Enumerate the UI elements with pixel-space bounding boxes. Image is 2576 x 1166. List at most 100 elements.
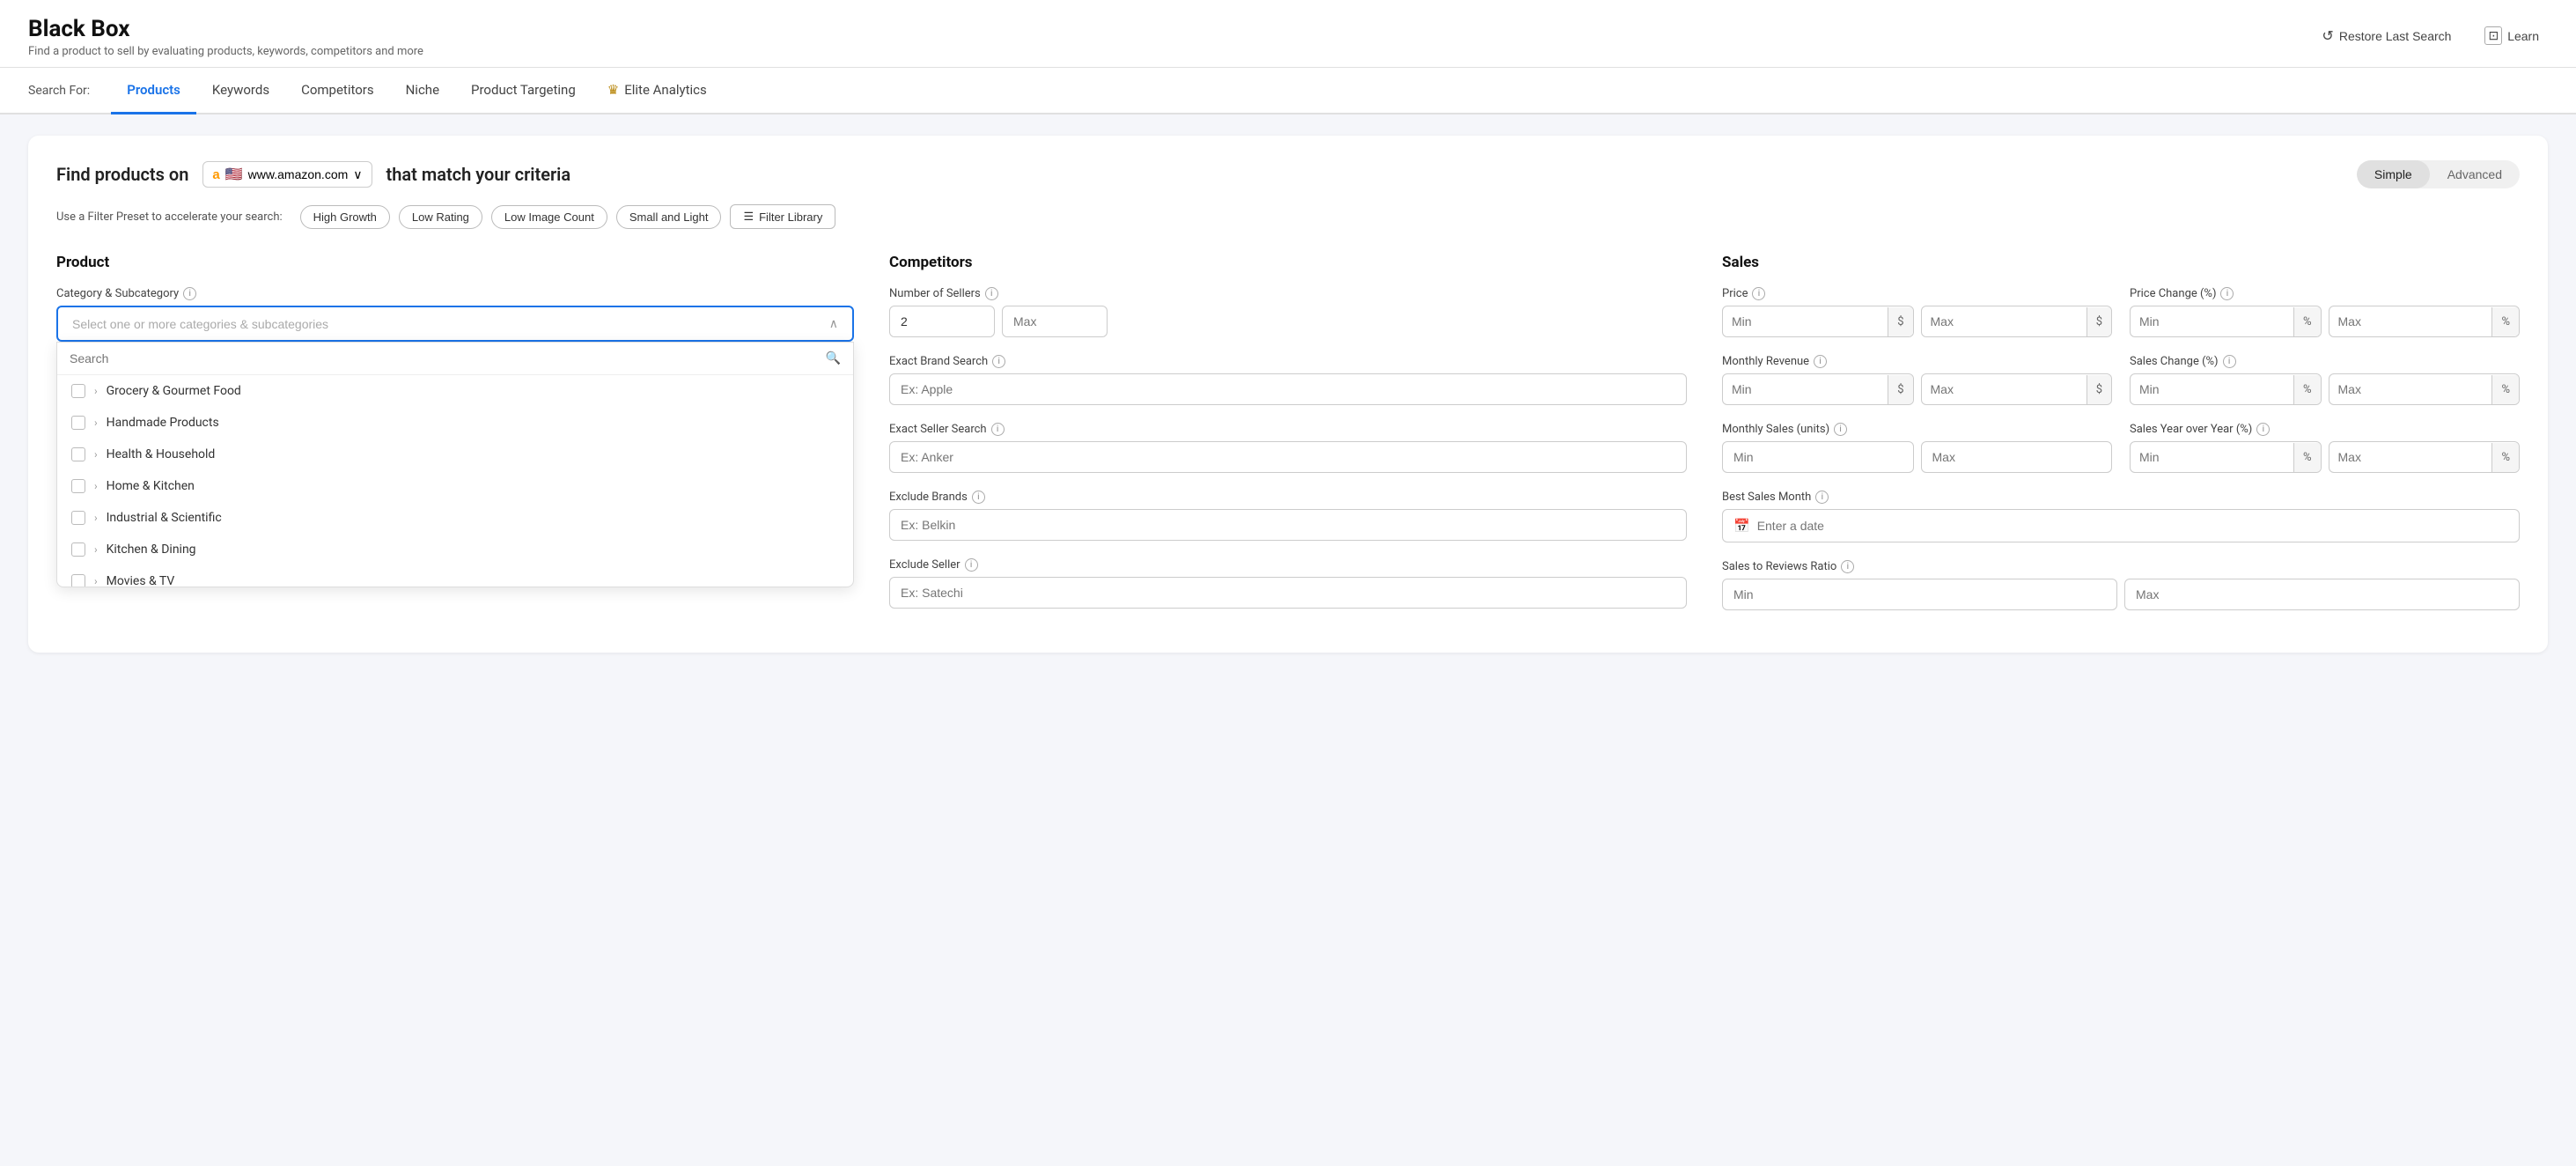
category-checkbox-movies[interactable] bbox=[71, 574, 85, 587]
category-checkbox-health[interactable] bbox=[71, 447, 85, 461]
sales-reviews-info-icon[interactable]: i bbox=[1841, 560, 1854, 573]
preset-chip-high-growth[interactable]: High Growth bbox=[300, 205, 390, 229]
category-checkbox-handmade[interactable] bbox=[71, 416, 85, 430]
price-change-info-icon[interactable]: i bbox=[2220, 287, 2234, 300]
preset-chip-small-and-light[interactable]: Small and Light bbox=[616, 205, 722, 229]
preset-chip-low-image-count[interactable]: Low Image Count bbox=[491, 205, 607, 229]
sellers-max-input[interactable] bbox=[1002, 306, 1108, 337]
exact-seller-input[interactable] bbox=[889, 441, 1687, 473]
amazon-a-icon: a bbox=[212, 167, 219, 182]
tab-keywords[interactable]: Keywords bbox=[196, 68, 285, 114]
category-item-industrial[interactable]: › Industrial & Scientific bbox=[57, 502, 853, 534]
exact-seller-info-icon[interactable]: i bbox=[991, 423, 1005, 436]
tab-products[interactable]: Products bbox=[111, 68, 196, 114]
sales-change-min-input[interactable] bbox=[2131, 374, 2293, 404]
category-expand-kitchen[interactable]: › bbox=[94, 543, 98, 556]
restore-icon: ↺ bbox=[2322, 27, 2333, 45]
sales-reviews-max-input[interactable] bbox=[2124, 579, 2520, 610]
price-change-max-input[interactable] bbox=[2329, 306, 2492, 336]
monthly-revenue-label: Monthly Revenue bbox=[1722, 355, 1809, 368]
tab-competitors[interactable]: Competitors bbox=[285, 68, 390, 114]
sales-yoy-max-input[interactable] bbox=[2329, 442, 2492, 472]
best-sales-month-input[interactable] bbox=[1757, 519, 2508, 533]
category-expand-industrial[interactable]: › bbox=[94, 512, 98, 524]
price-change-min-input[interactable] bbox=[2131, 306, 2293, 336]
exclude-brands-input[interactable] bbox=[889, 509, 1687, 541]
app-title: Black Box bbox=[28, 16, 423, 42]
sales-yoy-label: Sales Year over Year (%) bbox=[2130, 423, 2252, 436]
best-sales-month-info-icon[interactable]: i bbox=[1815, 491, 1829, 504]
simple-mode-button[interactable]: Simple bbox=[2357, 160, 2430, 188]
category-expand-home-kitchen[interactable]: › bbox=[94, 480, 98, 492]
exclude-brands-info-icon[interactable]: i bbox=[972, 491, 985, 504]
sales-reviews-label: Sales to Reviews Ratio bbox=[1722, 560, 1836, 573]
category-item-grocery[interactable]: › Grocery & Gourmet Food bbox=[57, 375, 853, 407]
preset-chip-low-rating[interactable]: Low Rating bbox=[399, 205, 482, 229]
simple-advanced-toggle: Simple Advanced bbox=[2357, 160, 2520, 188]
sales-change-max-input[interactable] bbox=[2329, 374, 2492, 404]
category-expand-grocery[interactable]: › bbox=[94, 385, 98, 397]
price-min-input[interactable] bbox=[1723, 306, 1888, 336]
flag-icon: 🇺🇸 bbox=[225, 166, 243, 183]
calendar-icon: 📅 bbox=[1733, 518, 1750, 534]
search-icon: 🔍 bbox=[826, 351, 841, 365]
monthly-sales-max-input[interactable] bbox=[1921, 441, 2113, 473]
search-for-label: Search For: bbox=[28, 71, 90, 110]
sales-change-min-unit: % bbox=[2293, 375, 2321, 404]
sales-yoy-info-icon[interactable]: i bbox=[2256, 423, 2270, 436]
monthly-sales-min-input[interactable] bbox=[1722, 441, 1914, 473]
sellers-min-input[interactable] bbox=[889, 306, 995, 337]
exclude-brands-label: Exclude Brands bbox=[889, 491, 968, 504]
category-label-grocery: Grocery & Gourmet Food bbox=[107, 384, 241, 398]
category-item-home-kitchen[interactable]: › Home & Kitchen bbox=[57, 470, 853, 502]
exclude-seller-input[interactable] bbox=[889, 577, 1687, 609]
category-select-button[interactable]: Select one or more categories & subcateg… bbox=[56, 306, 854, 342]
category-item-kitchen[interactable]: › Kitchen & Dining bbox=[57, 534, 853, 565]
price-change-min-unit: % bbox=[2293, 307, 2321, 336]
category-expand-health[interactable]: › bbox=[94, 448, 98, 461]
filter-library-button[interactable]: ☰ Filter Library bbox=[730, 204, 835, 229]
sales-change-info-icon[interactable]: i bbox=[2223, 355, 2236, 368]
exact-brand-input[interactable] bbox=[889, 373, 1687, 405]
learn-button[interactable]: ⊡ Learn bbox=[2476, 21, 2548, 50]
search-for-bar: Search For: ProductsKeywordsCompetitorsN… bbox=[0, 68, 2576, 114]
category-checkbox-kitchen[interactable] bbox=[71, 542, 85, 557]
monthly-revenue-min-input[interactable] bbox=[1723, 374, 1888, 404]
exact-brand-info-icon[interactable]: i bbox=[992, 355, 1005, 368]
tab-product-targeting[interactable]: Product Targeting bbox=[455, 68, 592, 114]
category-search-input[interactable] bbox=[70, 351, 819, 365]
category-expand-movies[interactable]: › bbox=[94, 575, 98, 587]
tab-elite-analytics[interactable]: ♛ Elite Analytics bbox=[592, 68, 723, 114]
price-max-input[interactable] bbox=[1922, 306, 2087, 336]
exact-brand-label: Exact Brand Search bbox=[889, 355, 988, 368]
category-info-icon[interactable]: i bbox=[183, 287, 196, 300]
sales-yoy-max-unit: % bbox=[2491, 443, 2519, 472]
restore-last-search-button[interactable]: ↺ Restore Last Search bbox=[2313, 22, 2460, 50]
exact-seller-label: Exact Seller Search bbox=[889, 423, 987, 436]
category-checkbox-home-kitchen[interactable] bbox=[71, 479, 85, 493]
advanced-mode-button[interactable]: Advanced bbox=[2430, 160, 2520, 188]
sellers-info-icon[interactable]: i bbox=[985, 287, 998, 300]
monthly-revenue-min-unit: $ bbox=[1888, 375, 1912, 404]
best-sales-month-label: Best Sales Month bbox=[1722, 491, 1811, 504]
exclude-seller-info-icon[interactable]: i bbox=[965, 558, 978, 572]
sales-column: Sales Price i $ bbox=[1722, 254, 2520, 628]
number-of-sellers-label: Number of Sellers bbox=[889, 287, 981, 300]
category-checkbox-grocery[interactable] bbox=[71, 384, 85, 398]
amazon-selector[interactable]: a 🇺🇸 www.amazon.com ∨ bbox=[202, 161, 372, 188]
category-checkbox-industrial[interactable] bbox=[71, 511, 85, 525]
category-expand-handmade[interactable]: › bbox=[94, 417, 98, 429]
monthly-sales-info-icon[interactable]: i bbox=[1834, 423, 1847, 436]
category-item-movies[interactable]: › Movies & TV bbox=[57, 565, 853, 587]
category-item-health[interactable]: › Health & Household bbox=[57, 439, 853, 470]
price-info-icon[interactable]: i bbox=[1752, 287, 1765, 300]
monthly-revenue-max-input[interactable] bbox=[1922, 374, 2087, 404]
monthly-revenue-info-icon[interactable]: i bbox=[1814, 355, 1827, 368]
best-sales-month-input-wrapper: 📅 bbox=[1722, 509, 2520, 542]
sales-yoy-min-input[interactable] bbox=[2131, 442, 2293, 472]
category-label-movies: Movies & TV bbox=[107, 574, 175, 587]
sales-change-max-unit: % bbox=[2491, 375, 2519, 404]
sales-reviews-min-input[interactable] bbox=[1722, 579, 2117, 610]
category-item-handmade[interactable]: › Handmade Products bbox=[57, 407, 853, 439]
tab-niche[interactable]: Niche bbox=[390, 68, 455, 114]
